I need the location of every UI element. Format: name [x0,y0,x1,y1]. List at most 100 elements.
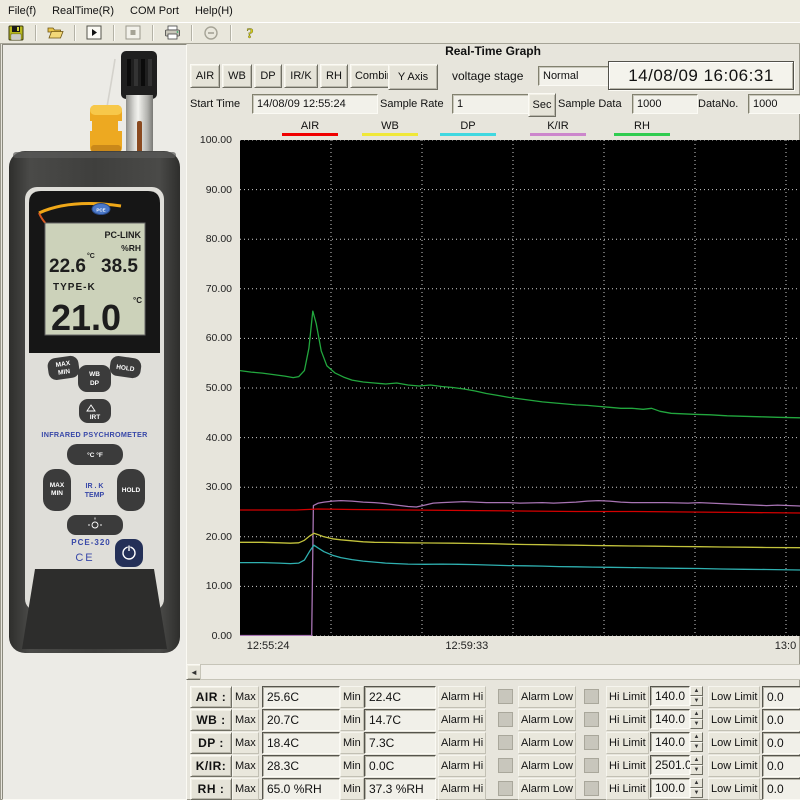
low-limit-input[interactable]: 0.0 [762,709,800,731]
page-title: Real-Time Graph [186,44,800,58]
hi-limit-label: Hi Limit [606,686,649,708]
menu-item-realtime-r-[interactable]: RealTime(R) [44,3,122,19]
hi-limit-input[interactable]: 140.0 [650,732,690,752]
low-limit-label: Low Limit [708,755,760,777]
sec-button[interactable]: Sec [528,93,556,117]
start-icon [86,25,102,40]
series-button-rh[interactable]: RH [320,64,348,88]
series-button-air[interactable]: AIR [190,64,220,88]
row-label-button[interactable]: DP : [190,732,232,754]
low-limit-input[interactable]: 0.0 [762,686,800,708]
hi-limit-input[interactable]: 100.0 [650,778,690,798]
low-limit-input[interactable]: 0.0 [762,732,800,754]
row-label-button[interactable]: RH : [190,778,232,800]
spin-down-button[interactable]: ▼ [690,788,703,798]
help-button[interactable]: ? [236,24,264,42]
voltage-stage-field[interactable]: Normal [538,66,610,86]
spin-up-button[interactable]: ▲ [690,778,703,788]
alarm-low-indicator [584,689,599,704]
low-limit-input[interactable]: 0.0 [762,778,800,800]
sample-data-label: Sample Data [558,94,622,114]
alarm-hi-indicator [498,712,513,727]
help-icon: ? [243,25,257,41]
sample-rate-label: Sample Rate [380,94,444,114]
chart-legend: AIRWBDPK/IRRH [186,120,800,138]
low-limit-label: Low Limit [708,732,760,754]
legend-label: AIR [282,120,338,132]
spin-down-button[interactable]: ▼ [690,719,703,729]
datetime-display: 14/08/09 16:06:31 [608,61,794,90]
device-logo: PCE [96,208,105,213]
save-button[interactable] [2,24,30,42]
legend-item-air: AIR [282,120,338,136]
min-value[interactable]: 22.4C [364,686,436,708]
lcd-rh: 38.5 [101,256,138,277]
open-button[interactable] [41,24,69,42]
stop-button[interactable] [119,24,147,42]
application-window: File(f)RealTime(R)COM PortHelp(H) [0,0,800,800]
device-name-label: INFRARED PSYCHROMETER [41,430,148,439]
row-label-button[interactable]: WB : [190,709,232,731]
device-key-irt: IRT [90,414,101,421]
legend-color-bar [530,133,586,136]
hi-limit-input[interactable]: 2501.0 [650,755,690,775]
alarm-hi-label: Alarm Hi [438,755,486,777]
series-line-rh [240,311,800,418]
menu-item-com-port[interactable]: COM Port [122,3,187,19]
spin-buttons: ▲▼ [690,778,703,798]
min-value[interactable]: 0.0C [364,755,436,777]
max-value[interactable]: 20.7C [262,709,340,731]
max-label: Max [232,778,259,800]
alarm-hi-label: Alarm Hi [438,778,486,800]
row-label-button[interactable]: AIR : [190,686,232,708]
hi-limit-spinner: 140.0▲▼ [650,709,704,729]
low-limit-input[interactable]: 0.0 [762,755,800,777]
max-value[interactable]: 28.3C [262,755,340,777]
max-value[interactable]: 65.0 %RH [262,778,340,800]
legend-color-bar [614,133,670,136]
device-photo-panel: PCE PC-LINK %RH 22.6 °C 38.5 TYPE-K 21.0… [2,44,187,800]
sample-rate-field[interactable]: 1 [452,94,534,114]
max-value[interactable]: 18.4C [262,732,340,754]
max-value[interactable]: 25.6C [262,686,340,708]
menu-item-file-f-[interactable]: File(f) [0,3,44,19]
y-tick-label: 30.00 [186,481,232,493]
spin-up-button[interactable]: ▲ [690,686,703,696]
spin-down-button[interactable]: ▼ [690,696,703,706]
print-button[interactable] [158,24,186,42]
horizontal-scrollbar[interactable] [200,664,800,680]
series-button-ir-k[interactable]: IR/K [284,64,318,88]
hi-limit-spinner: 140.0▲▼ [650,732,704,752]
toolbar-separator [191,25,192,41]
series-button-wb[interactable]: WB [222,64,252,88]
spin-up-button[interactable]: ▲ [690,732,703,742]
start-button[interactable] [80,24,108,42]
min-value[interactable]: 37.3 %RH [364,778,436,800]
sample-data-field[interactable]: 1000 [632,94,698,114]
lcd-temp: 22.6 [49,256,86,277]
alarm-low-indicator [584,712,599,727]
min-value[interactable]: 7.3C [364,732,436,754]
row-label-button[interactable]: K/IR: [190,755,232,777]
alarm-low-label: Alarm Low [518,709,576,731]
device-ce-mark: CE [75,552,94,564]
legend-color-bar [282,133,338,136]
data-no-field[interactable]: 1000 [748,94,800,114]
menu-item-help-h-[interactable]: Help(H) [187,3,241,19]
spin-up-button[interactable]: ▲ [690,709,703,719]
legend-color-bar [362,133,418,136]
hi-limit-spinner: 140.0▲▼ [650,686,704,706]
data-no-label: DataNo. [698,94,738,114]
lcd-rh-unit: %RH [121,243,141,253]
series-button-group: AIRWBDPIR/KRHCombine [190,64,404,88]
start-time-field[interactable]: 14/08/09 12:55:24 [252,94,378,114]
min-value[interactable]: 14.7C [364,709,436,731]
hi-limit-input[interactable]: 140.0 [650,686,690,706]
hi-limit-input[interactable]: 140.0 [650,709,690,729]
series-button-dp[interactable]: DP [254,64,282,88]
spin-up-button[interactable]: ▲ [690,755,703,765]
disconnect-button[interactable] [197,24,225,42]
y-axis-button[interactable]: Y Axis [388,64,438,90]
spin-down-button[interactable]: ▼ [690,742,703,752]
spin-down-button[interactable]: ▼ [690,765,703,775]
